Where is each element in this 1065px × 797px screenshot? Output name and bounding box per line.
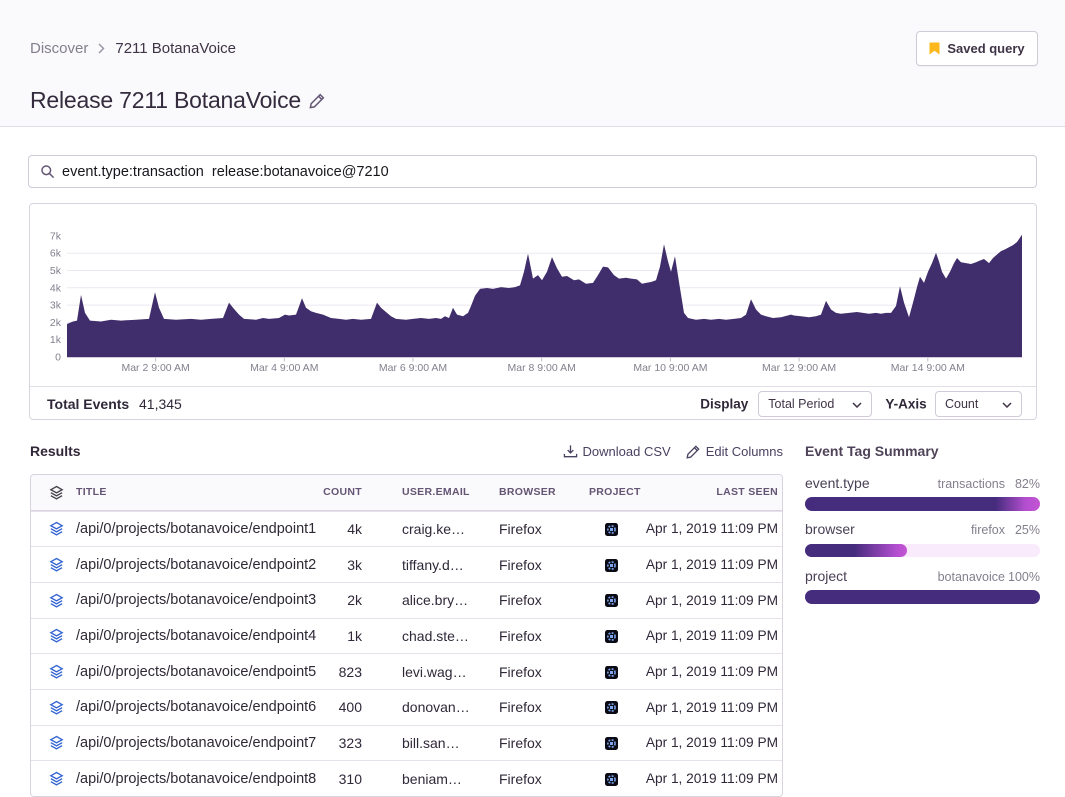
svg-text:Mar 10 9:00 AM: Mar 10 9:00 AM bbox=[633, 362, 707, 374]
svg-text:4k: 4k bbox=[50, 282, 62, 294]
svg-text:1k: 1k bbox=[50, 334, 62, 346]
svg-text:Mar 6 9:00 AM: Mar 6 9:00 AM bbox=[379, 362, 447, 374]
svg-text:3k: 3k bbox=[50, 300, 62, 312]
svg-text:0: 0 bbox=[55, 352, 61, 364]
svg-text:2k: 2k bbox=[50, 317, 62, 329]
svg-text:Mar 12 9:00 AM: Mar 12 9:00 AM bbox=[762, 362, 836, 374]
svg-text:Mar 14 9:00 AM: Mar 14 9:00 AM bbox=[891, 362, 965, 374]
svg-text:6k: 6k bbox=[50, 248, 62, 260]
svg-text:Mar 8 9:00 AM: Mar 8 9:00 AM bbox=[508, 362, 576, 374]
svg-text:7k: 7k bbox=[50, 230, 62, 242]
svg-text:Mar 4 9:00 AM: Mar 4 9:00 AM bbox=[250, 362, 318, 374]
svg-text:5k: 5k bbox=[50, 265, 62, 277]
svg-text:Mar 2 9:00 AM: Mar 2 9:00 AM bbox=[121, 362, 189, 374]
